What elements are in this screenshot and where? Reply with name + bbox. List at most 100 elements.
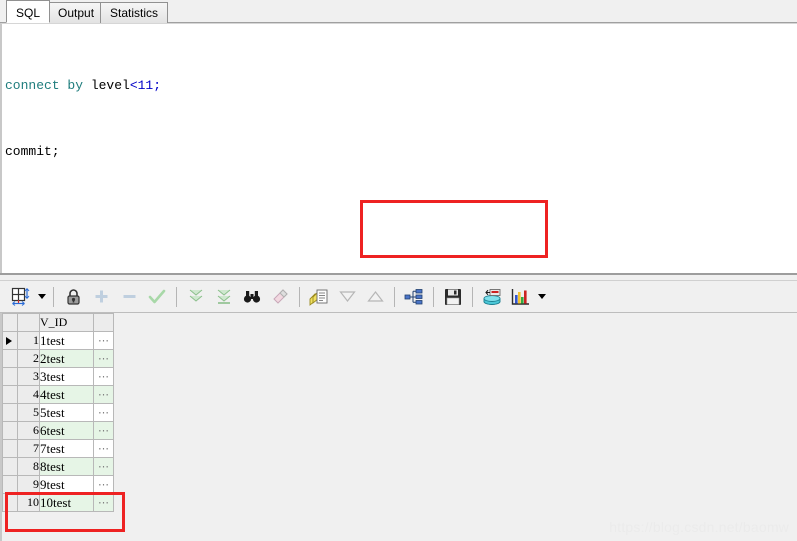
cell-v-id[interactable]: 3test: [39, 367, 94, 386]
toolbar-separator: [472, 286, 473, 307]
chart-dropdown-icon[interactable]: [535, 284, 547, 310]
grid-layout-dropdown-icon[interactable]: [35, 284, 47, 310]
row-indicator: [2, 403, 18, 422]
row-indicator: [2, 475, 18, 494]
table-row[interactable]: 9 9test ⋯: [2, 475, 114, 494]
fetch-last-page-icon: [211, 284, 237, 310]
row-indicator: [2, 367, 18, 386]
cell-v-id[interactable]: 9test: [39, 475, 94, 494]
grid-body: 1 1test ⋯ 2 2test ⋯ 3 3test ⋯ 4 4test ⋯ …: [2, 331, 114, 512]
toolbar-separator: [176, 286, 177, 307]
grid-header-spacer: [93, 313, 114, 332]
binoculars-icon[interactable]: [239, 284, 265, 310]
minus-icon: [116, 284, 142, 310]
lock-icon[interactable]: [60, 284, 86, 310]
table-row[interactable]: 8 8test ⋯: [2, 457, 114, 476]
table-row[interactable]: 4 4test ⋯: [2, 385, 114, 404]
row-indicator: [2, 493, 18, 512]
row-number: 1: [17, 331, 40, 350]
cell-v-id[interactable]: 1test: [39, 331, 94, 350]
cell-ellipsis-button[interactable]: ⋯: [93, 493, 114, 512]
row-number: 10: [17, 493, 40, 512]
code-token: commit;: [5, 143, 60, 159]
cell-v-id[interactable]: 6test: [39, 421, 94, 440]
cell-ellipsis-button[interactable]: ⋯: [93, 421, 114, 440]
cell-v-id[interactable]: 5test: [39, 403, 94, 422]
watermark: https://blog.csdn.net/baomw: [609, 519, 789, 535]
row-number: 7: [17, 439, 40, 458]
sort-descending-icon: [334, 284, 360, 310]
cell-v-id[interactable]: 8test: [39, 457, 94, 476]
grid-header-v-id[interactable]: V_ID: [39, 313, 94, 332]
grid-layout-icon[interactable]: [7, 284, 33, 310]
row-indicator: [2, 349, 18, 368]
fetch-next-page-icon: [183, 284, 209, 310]
row-number: 4: [17, 385, 40, 404]
row-indicator: [2, 385, 18, 404]
current-row-arrow-icon: [6, 336, 12, 345]
table-row[interactable]: 3 3test ⋯: [2, 367, 114, 386]
cell-v-id[interactable]: 4test: [39, 385, 94, 404]
code-token: <11;: [129, 78, 162, 94]
grid-header-rownum: [17, 313, 40, 332]
row-number: 2: [17, 349, 40, 368]
eraser-icon: [267, 284, 293, 310]
export-database-icon[interactable]: [479, 284, 505, 310]
toolbar-separator: [299, 286, 300, 307]
row-indicator: [2, 421, 18, 440]
code-token: level: [83, 78, 130, 94]
cell-ellipsis-button[interactable]: ⋯: [93, 475, 114, 494]
code-line-2: commit;: [5, 144, 797, 160]
code-token: connect by: [5, 78, 84, 94]
cell-ellipsis-button[interactable]: ⋯: [93, 367, 114, 386]
row-indicator-current: [2, 331, 18, 350]
toolbar-separator: [53, 286, 54, 307]
row-indicator: [2, 457, 18, 476]
cell-ellipsis-button[interactable]: ⋯: [93, 331, 114, 350]
results-toolbar: [0, 281, 797, 313]
table-row[interactable]: 2 2test ⋯: [2, 349, 114, 368]
cell-v-id[interactable]: 7test: [39, 439, 94, 458]
sort-ascending-icon: [362, 284, 388, 310]
plus-icon: [88, 284, 114, 310]
row-number: 9: [17, 475, 40, 494]
toolbar-separator: [433, 286, 434, 307]
cell-ellipsis-button[interactable]: ⋯: [93, 349, 114, 368]
code-line-1: connect by level<11;: [5, 78, 797, 94]
cell-ellipsis-button[interactable]: ⋯: [93, 457, 114, 476]
check-icon: [144, 284, 170, 310]
results-grid-panel[interactable]: V_ID 1 1test ⋯ 2 2test ⋯ 3 3test ⋯ 4 4te…: [0, 313, 797, 541]
sql-editor-panel: connect by level<11; commit; SELECT * FR…: [0, 23, 797, 273]
row-indicator: [2, 439, 18, 458]
cell-ellipsis-button[interactable]: ⋯: [93, 403, 114, 422]
panel-splitter[interactable]: [0, 273, 797, 281]
row-number: 6: [17, 421, 40, 440]
cell-ellipsis-button[interactable]: ⋯: [93, 439, 114, 458]
tab-statistics[interactable]: Statistics: [100, 2, 169, 23]
chart-icon[interactable]: [507, 284, 533, 310]
tab-bar: SQL Output Statistics: [0, 0, 797, 23]
tab-output[interactable]: Output: [48, 2, 105, 23]
row-number: 8: [17, 457, 40, 476]
row-number: 3: [17, 367, 40, 386]
grid-header-indicator: [2, 313, 18, 332]
table-row[interactable]: 7 7test ⋯: [2, 439, 114, 458]
cell-ellipsis-button[interactable]: ⋯: [93, 385, 114, 404]
row-number: 5: [17, 403, 40, 422]
tab-sql[interactable]: SQL: [6, 0, 51, 23]
results-grid[interactable]: V_ID 1 1test ⋯ 2 2test ⋯ 3 3test ⋯ 4 4te…: [2, 313, 114, 512]
copy-to-clipboard-icon[interactable]: [306, 284, 332, 310]
table-row[interactable]: 5 5test ⋯: [2, 403, 114, 422]
grid-header-row: V_ID: [2, 313, 114, 332]
table-row[interactable]: 6 6test ⋯: [2, 421, 114, 440]
cell-v-id[interactable]: 10test: [39, 493, 94, 512]
table-row[interactable]: 1 1test ⋯: [2, 331, 114, 350]
table-row-highlighted[interactable]: 10 10test ⋯: [2, 493, 114, 512]
tree-view-icon[interactable]: [401, 284, 427, 310]
toolbar-separator: [394, 286, 395, 307]
sql-editor[interactable]: connect by level<11; commit; SELECT * FR…: [2, 24, 797, 272]
save-floppy-icon[interactable]: [440, 284, 466, 310]
cell-v-id[interactable]: 2test: [39, 349, 94, 368]
